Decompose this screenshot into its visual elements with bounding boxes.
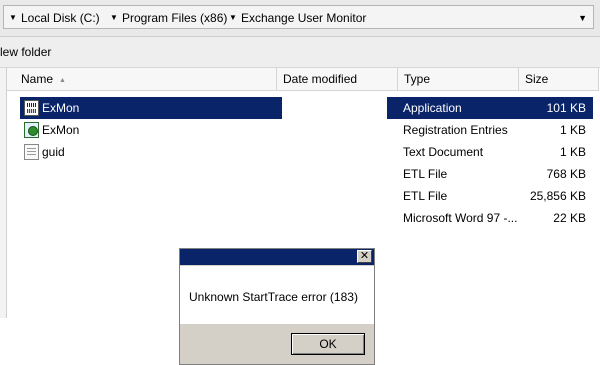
application-icon bbox=[24, 100, 39, 116]
file-row-details[interactable]: Registration Entries 1 KB bbox=[387, 119, 593, 141]
file-size: 1 KB bbox=[559, 123, 586, 137]
column-headers: Name ▲ Date modified Type Size bbox=[7, 68, 599, 91]
breadcrumb-exchange-user-monitor[interactable]: Exchange User Monitor bbox=[241, 11, 366, 25]
ok-button[interactable]: OK bbox=[291, 333, 365, 355]
breadcrumb-separator-icon[interactable]: ▼ bbox=[110, 11, 118, 25]
file-size: 1 KB bbox=[559, 145, 586, 159]
file-item-exmon-application[interactable]: ExMon bbox=[20, 97, 282, 119]
file-size: 25,856 KB bbox=[529, 189, 586, 203]
breadcrumb-program-files[interactable]: Program Files (x86) bbox=[122, 11, 227, 25]
file-type: Registration Entries bbox=[403, 123, 508, 137]
column-header-name[interactable]: Name ▲ bbox=[7, 68, 277, 90]
file-name: ExMon bbox=[42, 123, 80, 137]
sort-ascending-icon: ▲ bbox=[59, 77, 66, 84]
file-type: ETL File bbox=[403, 189, 448, 203]
breadcrumb[interactable]: ▼ Local Disk (C:) ▼ Program Files (x86) … bbox=[3, 5, 594, 29]
address-dropdown-icon[interactable]: ▼ bbox=[578, 11, 587, 25]
file-size: 101 KB bbox=[546, 101, 586, 115]
column-header-size[interactable]: Size bbox=[519, 68, 599, 90]
registration-icon bbox=[24, 122, 39, 138]
file-row-details[interactable]: ETL File 25,856 KB bbox=[387, 185, 593, 207]
file-size: 768 KB bbox=[546, 167, 586, 181]
file-row-details[interactable]: Application 101 KB bbox=[387, 97, 593, 119]
file-type: Microsoft Word 97 -... bbox=[403, 211, 518, 225]
breadcrumb-local-disk[interactable]: Local Disk (C:) bbox=[21, 11, 100, 25]
column-header-size-label: Size bbox=[525, 72, 549, 86]
file-row-details[interactable]: Microsoft Word 97 -... 22 KB bbox=[387, 207, 593, 229]
column-header-date-label: Date modified bbox=[283, 72, 358, 86]
column-header-type-label: Type bbox=[404, 72, 431, 86]
address-bar: ▼ Local Disk (C:) ▼ Program Files (x86) … bbox=[0, 0, 600, 37]
new-folder-button[interactable]: lew folder bbox=[0, 45, 51, 59]
file-type: ETL File bbox=[403, 167, 448, 181]
dialog-body: Unknown StartTrace error (183) bbox=[180, 266, 374, 324]
breadcrumb-separator-icon[interactable]: ▼ bbox=[229, 11, 237, 25]
breadcrumb-arrow-icon[interactable]: ▼ bbox=[9, 11, 17, 25]
file-item-exmon-registration[interactable]: ExMon bbox=[20, 119, 282, 141]
column-header-name-label: Name bbox=[21, 72, 54, 86]
text-document-icon bbox=[24, 144, 39, 160]
file-name: ExMon bbox=[42, 101, 80, 115]
dialog-title-bar[interactable]: ✕ bbox=[180, 249, 374, 265]
file-name: guid bbox=[42, 145, 65, 159]
column-header-date-modified[interactable]: Date modified bbox=[277, 68, 398, 90]
dialog-message: Unknown StartTrace error (183) bbox=[189, 290, 358, 304]
toolbar: lew folder bbox=[0, 37, 600, 68]
error-dialog: ✕ Unknown StartTrace error (183) OK bbox=[179, 248, 375, 365]
file-size: 22 KB bbox=[553, 211, 586, 225]
file-row-details[interactable]: ETL File 768 KB bbox=[387, 163, 593, 185]
file-item-guid[interactable]: guid bbox=[20, 141, 282, 163]
file-type: Application bbox=[403, 101, 462, 115]
file-row-details[interactable]: Text Document 1 KB bbox=[387, 141, 593, 163]
file-type: Text Document bbox=[403, 145, 484, 159]
close-icon[interactable]: ✕ bbox=[357, 250, 372, 263]
column-header-type[interactable]: Type bbox=[398, 68, 519, 90]
